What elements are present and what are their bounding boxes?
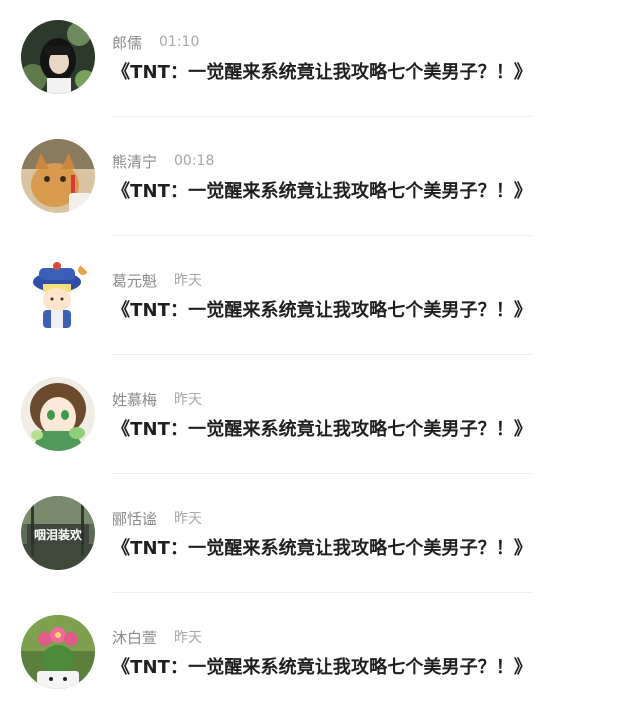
avatar[interactable]: 咽泪装欢 [21, 496, 95, 570]
message-item[interactable]: 郎儒 01:10 《TNT：一觉醒来系统竟让我攻略七个美男子？！》 [0, 0, 640, 119]
avatar[interactable] [21, 377, 95, 451]
message-item[interactable]: 沐白萱 昨天 《TNT：一觉醒来系统竟让我攻略七个美男子？！》 [0, 595, 640, 714]
avatar[interactable] [21, 258, 95, 332]
message-time: 昨天 [174, 630, 203, 646]
message-time: 00:18 [174, 153, 215, 169]
message-text: 《TNT：一觉醒来系统竟让我攻略七个美男子？！》 [112, 538, 533, 559]
divider [112, 235, 532, 236]
sender-name: 葛元魁 [112, 271, 158, 290]
message-item[interactable]: 咽泪装欢 郦恬谧 昨天 《TNT：一觉醒来系统竟让我攻略七个美男子？！》 [0, 476, 640, 595]
sender-name: 熊清宁 [112, 152, 158, 171]
message-time: 01:10 [159, 34, 200, 50]
message-item[interactable]: 姓慕梅 昨天 《TNT：一觉醒来系统竟让我攻略七个美男子？！》 [0, 357, 640, 476]
sender-name: 郦恬谧 [112, 509, 158, 528]
message-list: 郎儒 01:10 《TNT：一觉醒来系统竟让我攻略七个美男子？！》 熊清宁 00… [0, 0, 640, 712]
message-time: 昨天 [174, 392, 203, 408]
message-item[interactable]: 熊清宁 00:18 《TNT：一觉醒来系统竟让我攻略七个美男子？！》 [0, 119, 640, 238]
sender-name: 姓慕梅 [112, 390, 158, 409]
avatar[interactable] [21, 139, 95, 213]
sender-name: 郎儒 [112, 33, 143, 52]
divider [112, 592, 532, 593]
message-time: 昨天 [174, 273, 203, 289]
text-badge-avatar-icon: 咽泪装欢 [21, 496, 95, 570]
cat-avatar-icon [21, 139, 95, 213]
message-time: 昨天 [174, 511, 203, 527]
avatar[interactable] [21, 20, 95, 94]
avatar-text: 咽泪装欢 [34, 527, 83, 542]
message-text: 《TNT：一觉醒来系统竟让我攻略七个美男子？！》 [112, 300, 533, 321]
divider [112, 473, 532, 474]
cactus-flower-avatar-icon [21, 615, 95, 689]
cartoon-qing-official-avatar-icon [21, 258, 95, 332]
message-text: 《TNT：一觉醒来系统竟让我攻略七个美男子？！》 [112, 62, 533, 83]
divider [112, 354, 532, 355]
divider [112, 116, 532, 117]
avatar[interactable] [21, 615, 95, 689]
message-item[interactable]: 葛元魁 昨天 《TNT：一觉醒来系统竟让我攻略七个美男子？！》 [0, 238, 640, 357]
message-text: 《TNT：一觉醒来系统竟让我攻略七个美男子？！》 [112, 181, 533, 202]
sender-name: 沐白萱 [112, 628, 158, 647]
message-text: 《TNT：一觉醒来系统竟让我攻略七个美男子？！》 [112, 657, 533, 678]
message-text: 《TNT：一觉醒来系统竟让我攻略七个美男子？！》 [112, 419, 533, 440]
anime-girl-avatar-icon [21, 377, 95, 451]
girl-with-camera-avatar-icon [21, 20, 95, 94]
